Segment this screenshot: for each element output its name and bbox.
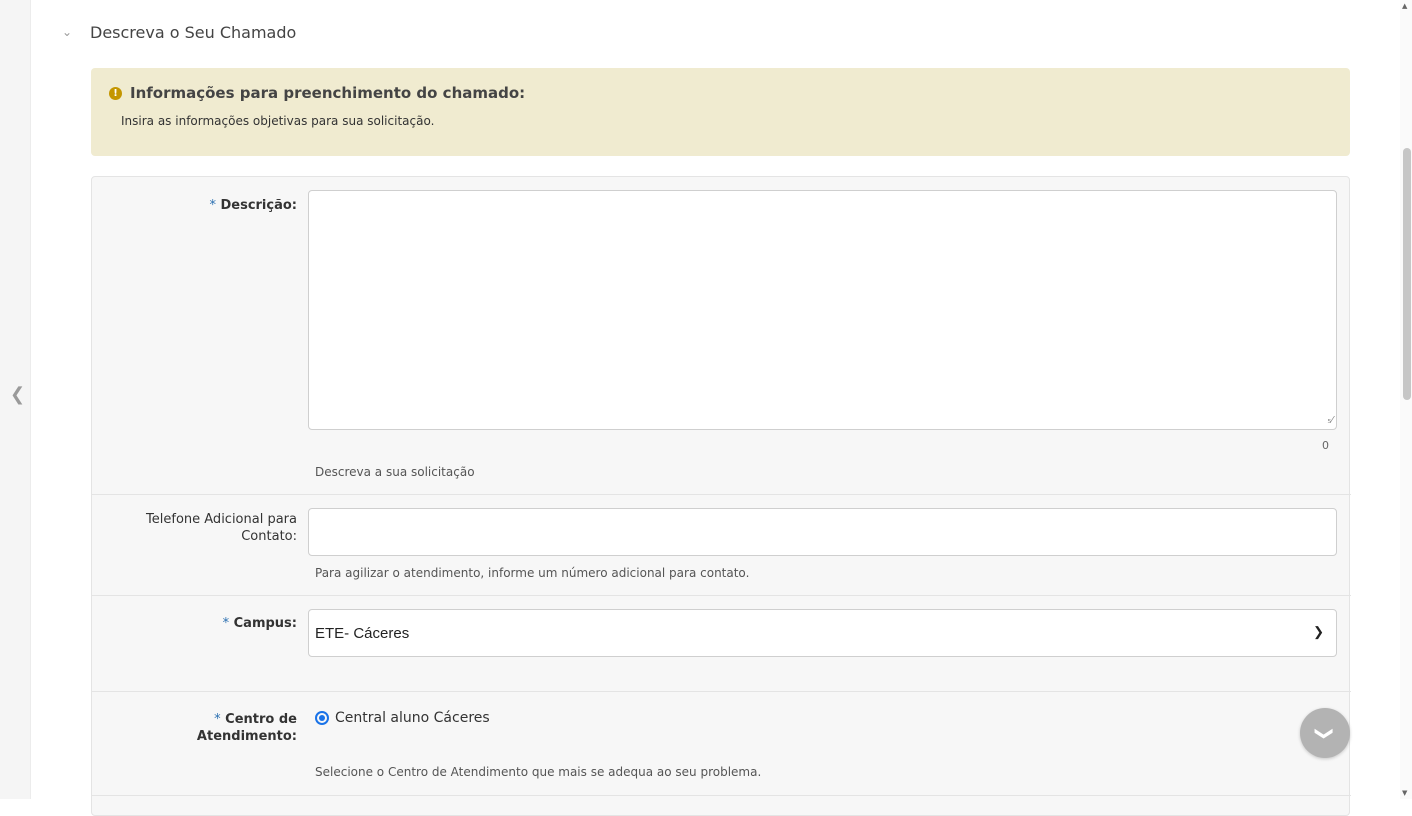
- centro-label: * Centro de Atendimento:: [196, 712, 297, 744]
- radio-selected-icon[interactable]: [315, 711, 329, 725]
- descricao-hint: Descreva a sua solicitação: [315, 465, 475, 479]
- telefone-input[interactable]: [308, 508, 1337, 556]
- chevron-down-icon[interactable]: ⌄: [62, 25, 78, 39]
- section-header[interactable]: ⌄ Descreva o Seu Chamado: [62, 20, 296, 44]
- chevron-down-icon: ❯: [1314, 725, 1336, 741]
- vertical-scrollbar[interactable]: ▲ ▼: [1400, 0, 1412, 799]
- collapse-left-icon[interactable]: ❮: [10, 386, 25, 404]
- scrollbar-thumb[interactable]: [1403, 148, 1411, 400]
- char-counter: 0: [1322, 439, 1329, 452]
- descricao-label: * Descrição:: [209, 198, 297, 213]
- form-panel: * Descrição: ₅⁄ 0 Descreva a sua solicit…: [91, 176, 1351, 816]
- alert-title: Informações para preenchimento do chamad…: [130, 84, 526, 102]
- chevron-down-icon: ❯: [1313, 624, 1324, 639]
- scroll-down-arrow-icon[interactable]: ▼: [1402, 789, 1407, 797]
- required-marker: *: [209, 198, 216, 213]
- resize-handle-icon[interactable]: ₅⁄: [1327, 416, 1333, 426]
- telefone-hint: Para agilizar o atendimento, informe um …: [315, 566, 750, 580]
- descricao-row: * Descrição: ₅⁄ 0 Descreva a sua solicit…: [92, 177, 1351, 495]
- scroll-up-arrow-icon[interactable]: ▲: [1402, 2, 1407, 10]
- campus-row: * Campus: ETE- Cáceres ❯: [92, 596, 1351, 692]
- centro-hint: Selecione o Centro de Atendimento que ma…: [315, 765, 762, 779]
- centro-radio-option[interactable]: Central aluno Cáceres: [315, 710, 490, 726]
- alert-text: Insira as informações objetivas para sua…: [121, 114, 435, 128]
- telefone-label: Telefone Adicional para Contato:: [146, 512, 297, 544]
- section-title: Descreva o Seu Chamado: [90, 22, 297, 42]
- campus-label: * Campus:: [222, 616, 297, 631]
- scroll-down-button[interactable]: ❯: [1300, 708, 1350, 758]
- info-alert: ! Informações para preenchimento do cham…: [91, 68, 1350, 156]
- centro-option-label: Central aluno Cáceres: [335, 710, 490, 726]
- left-panel-gutter: ❮: [0, 0, 31, 799]
- centro-row: * Centro de Atendimento: Central aluno C…: [92, 692, 1351, 796]
- campus-selected-value: ETE- Cáceres: [315, 624, 410, 642]
- warning-icon: !: [109, 86, 122, 100]
- telefone-row: Telefone Adicional para Contato: Para ag…: [92, 495, 1351, 596]
- campus-select[interactable]: ETE- Cáceres ❯: [308, 609, 1337, 657]
- descricao-textarea[interactable]: ₅⁄: [308, 190, 1337, 430]
